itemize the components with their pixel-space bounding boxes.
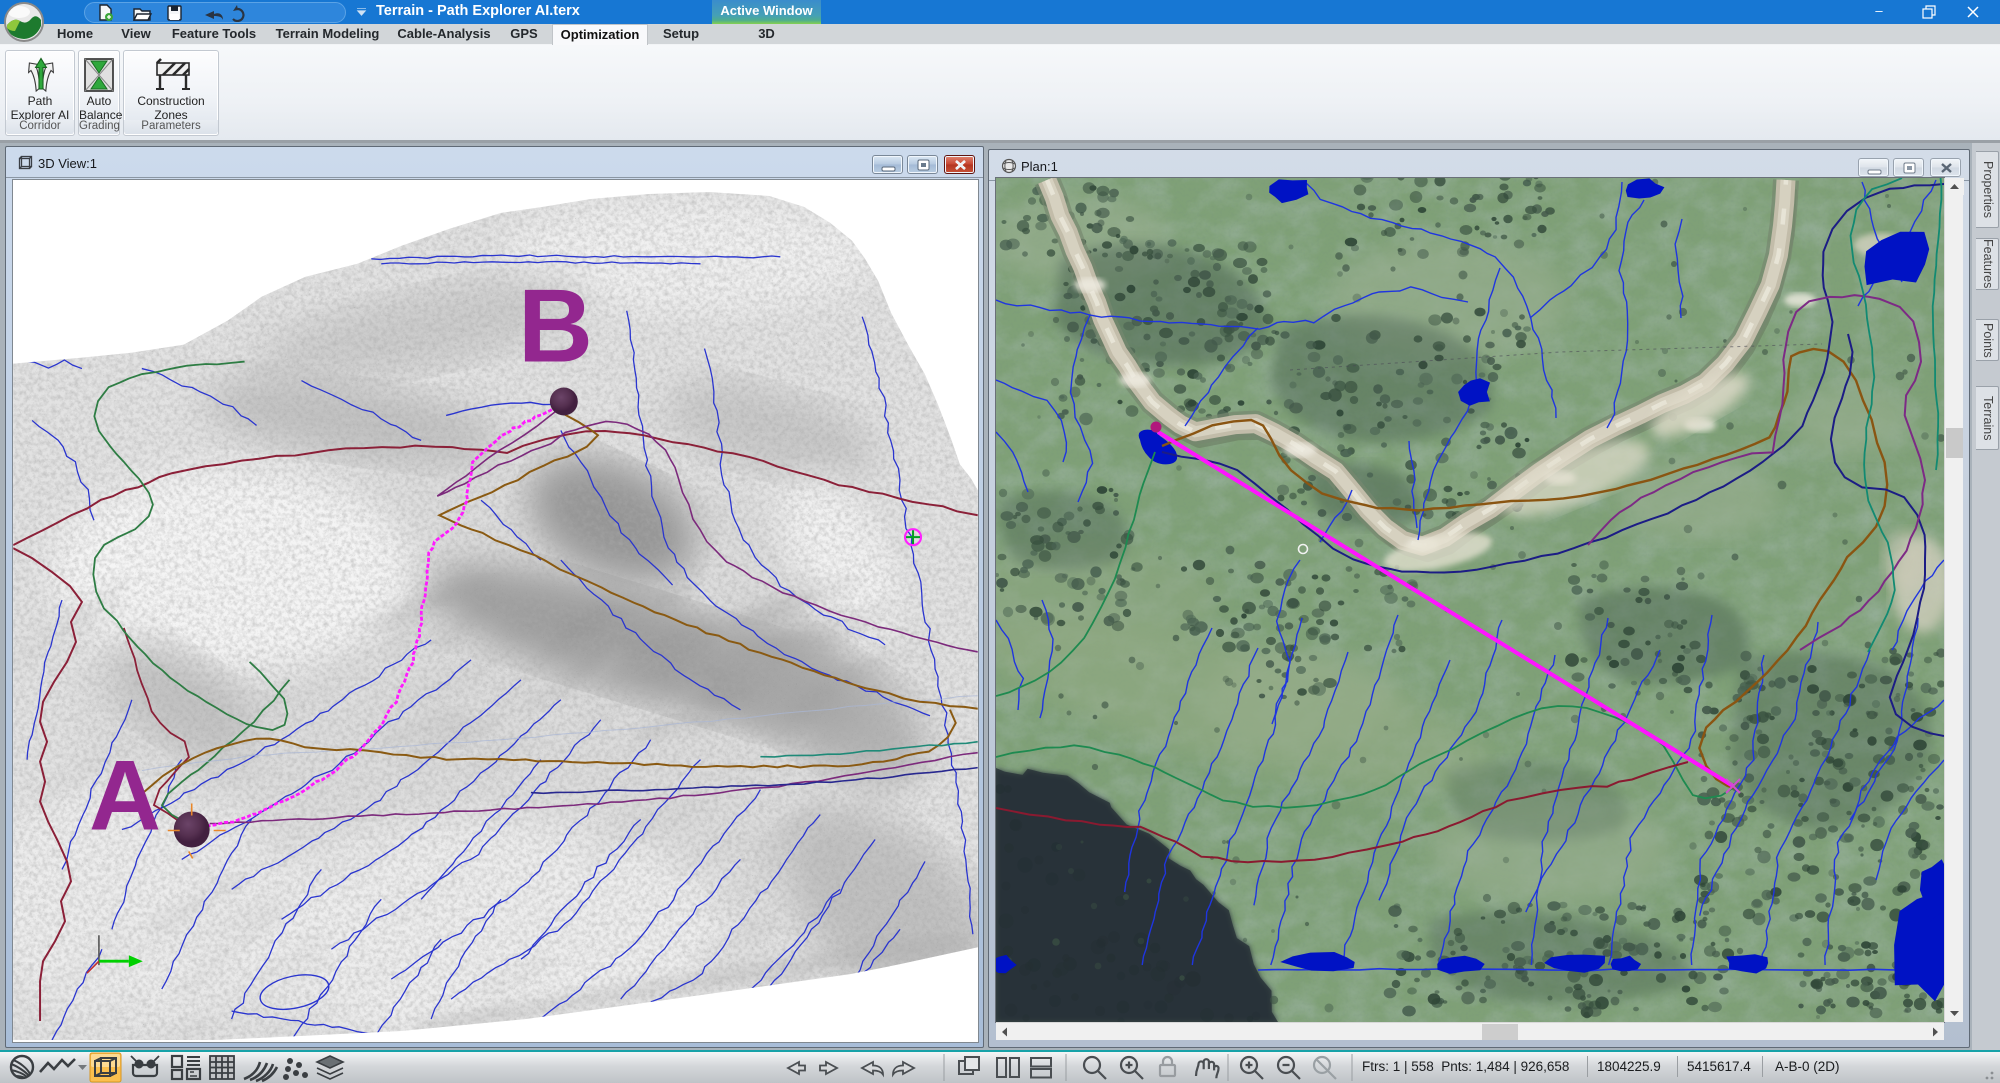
svg-text:A: A <box>89 740 161 851</box>
svg-text:B: B <box>518 268 593 384</box>
